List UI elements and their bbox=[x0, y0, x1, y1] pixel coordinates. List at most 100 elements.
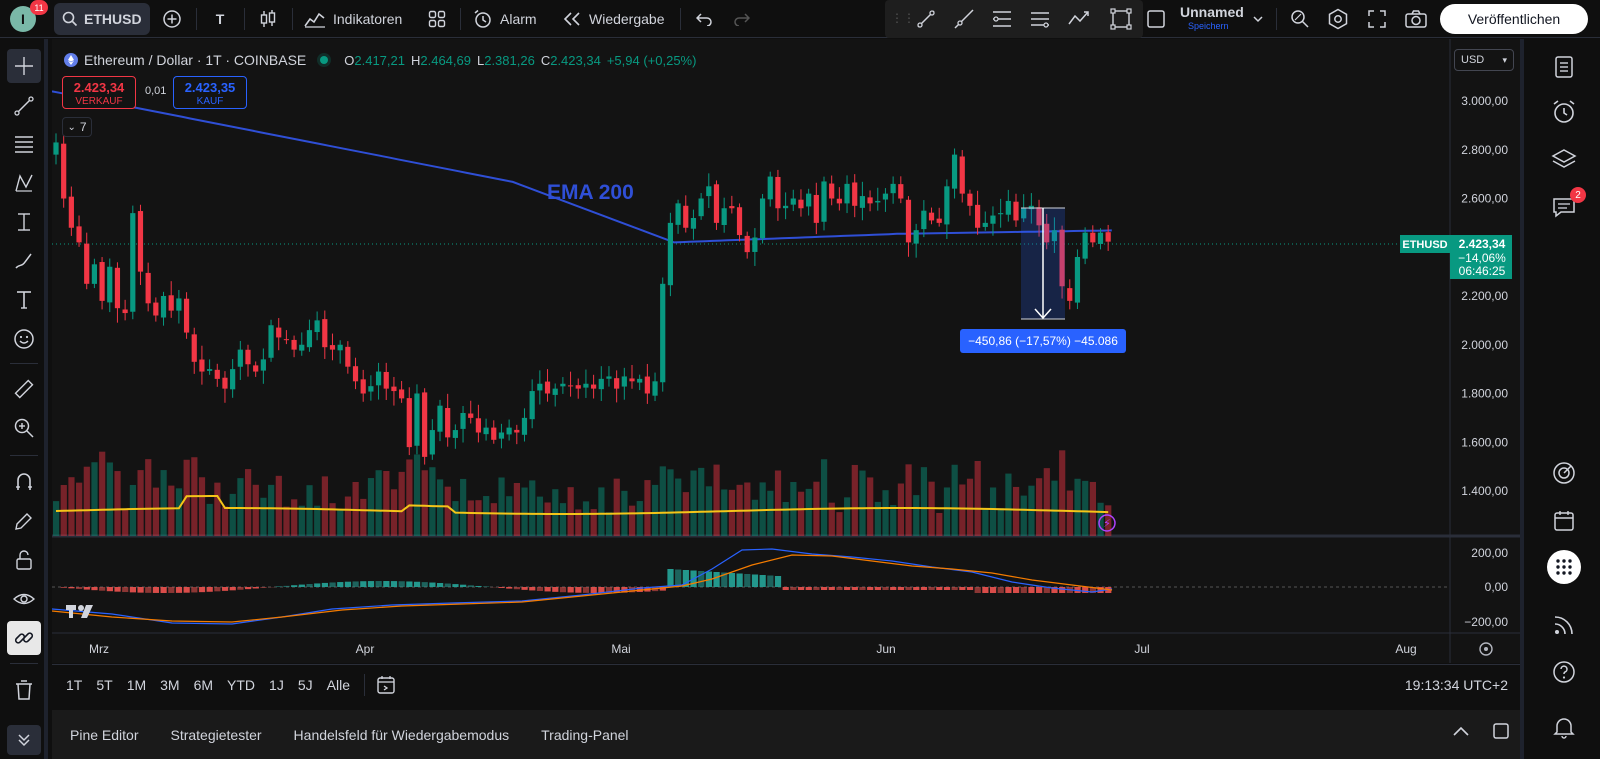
candle-body bbox=[268, 325, 274, 358]
alarm-button[interactable]: Alarm bbox=[473, 3, 537, 35]
symbol-search-button[interactable]: ETHUSD bbox=[54, 3, 150, 35]
remove-drawings-tool[interactable] bbox=[7, 673, 41, 707]
trend-line-icon[interactable] bbox=[915, 8, 937, 30]
ruler-tool[interactable] bbox=[7, 372, 41, 406]
more-apps-button[interactable] bbox=[1544, 549, 1584, 585]
time-axis[interactable]: Mrz Apr Mai Jun Jul Aug bbox=[89, 642, 1417, 656]
undo-icon bbox=[696, 13, 712, 26]
pattern-tool[interactable] bbox=[7, 166, 41, 200]
streams-button[interactable] bbox=[1544, 607, 1584, 643]
range-alle[interactable]: Alle bbox=[327, 677, 350, 693]
range-ytd[interactable]: YTD bbox=[227, 677, 255, 693]
settings-icon[interactable] bbox=[1327, 8, 1349, 30]
fib-retracement-icon[interactable] bbox=[991, 8, 1013, 30]
ema-annotation[interactable]: EMA 200 bbox=[547, 181, 634, 204]
watchlist-button[interactable] bbox=[1544, 49, 1584, 85]
macd-hist-bar bbox=[321, 582, 328, 587]
stay-in-drawing-tool[interactable] bbox=[7, 504, 41, 538]
tab-trading-panel[interactable]: Trading-Panel bbox=[541, 727, 628, 743]
fullscreen-icon[interactable] bbox=[1367, 9, 1387, 29]
path-icon[interactable] bbox=[1067, 8, 1091, 30]
camera-icon[interactable] bbox=[1404, 8, 1428, 30]
range-3m[interactable]: 3M bbox=[160, 677, 179, 693]
text-tool[interactable] bbox=[7, 283, 41, 317]
volume-bar bbox=[329, 503, 336, 536]
macd-hist-bar bbox=[859, 587, 866, 590]
macd-hist-bar bbox=[460, 584, 467, 587]
range-1j[interactable]: 1J bbox=[269, 677, 284, 693]
volume-bar bbox=[821, 459, 828, 536]
chart-type-button[interactable] bbox=[256, 3, 280, 35]
object-tree-button[interactable] bbox=[1544, 141, 1584, 177]
candle-body bbox=[544, 381, 551, 394]
volume-bar bbox=[475, 500, 482, 536]
currency-select[interactable]: USD ▾ bbox=[1454, 49, 1514, 71]
quick-search-icon[interactable] bbox=[1289, 8, 1311, 30]
axis-settings-icon[interactable] bbox=[1479, 642, 1493, 656]
range-5t[interactable]: 5T bbox=[96, 677, 112, 693]
price-tick-label: 1.800,00 bbox=[1461, 387, 1508, 401]
emoji-tool[interactable] bbox=[7, 322, 41, 356]
sync-drawings-tool[interactable] bbox=[7, 621, 41, 655]
range-1m[interactable]: 1M bbox=[127, 677, 146, 693]
ray-icon[interactable] bbox=[953, 8, 975, 30]
candle-body bbox=[137, 211, 144, 272]
range-1t[interactable]: 1T bbox=[66, 677, 82, 693]
redo-button[interactable] bbox=[732, 3, 752, 35]
last-price-marker: ETHUSD 2.423,34 −14,06% 06:46:25 bbox=[1400, 235, 1512, 279]
macd-hist-bar bbox=[168, 587, 175, 593]
tab-replay-trading[interactable]: Handelsfeld für Wiedergabemodus bbox=[294, 727, 510, 743]
alerts-button[interactable] bbox=[1544, 94, 1584, 130]
screener-button[interactable] bbox=[1544, 455, 1584, 491]
chevron-up-icon[interactable] bbox=[1452, 724, 1470, 738]
undo-button[interactable] bbox=[694, 3, 714, 35]
replay-button[interactable]: Wiedergabe bbox=[562, 3, 665, 35]
macd-hist-bar bbox=[99, 587, 106, 591]
tab-pine-editor[interactable]: Pine Editor bbox=[70, 727, 138, 743]
brush-tool[interactable] bbox=[7, 244, 41, 278]
maximize-panel-icon[interactable] bbox=[1492, 722, 1510, 740]
fib-tool[interactable] bbox=[7, 127, 41, 161]
trend-line-tool[interactable] bbox=[7, 89, 41, 123]
chart-area[interactable]: −450,86 (−17,57%) −45.086 EMA 200 3.000,… bbox=[51, 39, 1520, 663]
parallel-channel-icon[interactable] bbox=[1029, 8, 1051, 30]
projection-tool[interactable] bbox=[7, 205, 41, 239]
lock-tool[interactable] bbox=[7, 543, 41, 577]
candle-body bbox=[237, 349, 243, 367]
symbol-title[interactable]: Ethereum / Dollar · 1T · COINBASE bbox=[84, 52, 306, 68]
chart-canvas[interactable]: −450,86 (−17,57%) −45.086 EMA 200 3.000,… bbox=[51, 39, 1520, 663]
interval-button[interactable]: T bbox=[208, 3, 232, 35]
crosshair-tool[interactable] bbox=[7, 49, 41, 83]
collapse-toolbar-button[interactable] bbox=[7, 725, 41, 755]
chevron-down-icon[interactable] bbox=[1252, 13, 1264, 25]
bottom-panel-tabs: Pine Editor Strategietester Handelsfeld … bbox=[52, 706, 1520, 759]
indicators-collapse-button[interactable]: ⌄ 7 bbox=[62, 117, 92, 137]
compare-symbol-button[interactable] bbox=[160, 3, 184, 35]
buy-button[interactable]: 2.423,35 KAUF bbox=[173, 76, 247, 109]
calendar-button[interactable] bbox=[1544, 503, 1584, 539]
rectangle-icon[interactable] bbox=[1109, 7, 1133, 31]
range-6m[interactable]: 6M bbox=[194, 677, 213, 693]
goto-date-icon[interactable] bbox=[375, 674, 397, 696]
range-5j[interactable]: 5J bbox=[298, 677, 313, 693]
hide-tool[interactable] bbox=[7, 582, 41, 616]
candle-body bbox=[283, 339, 289, 341]
magnet-tool[interactable] bbox=[7, 465, 41, 499]
layout-square-icon[interactable] bbox=[1146, 9, 1166, 29]
tab-strategy-tester[interactable]: Strategietester bbox=[170, 727, 261, 743]
macd-axis[interactable]: 200,00 0,00 −200,00 bbox=[1464, 546, 1508, 629]
price-axis[interactable]: 3.000,002.800,002.600,002.400,002.200,00… bbox=[1461, 94, 1508, 498]
publish-button[interactable]: Veröffentlichen bbox=[1440, 4, 1588, 34]
sell-button[interactable]: 2.423,34 VERKAUF bbox=[62, 76, 136, 109]
zoom-tool[interactable] bbox=[7, 411, 41, 445]
notifications-button[interactable] bbox=[1544, 709, 1584, 745]
clock-timezone[interactable]: 19:13:34 UTC+2 bbox=[1405, 677, 1508, 693]
help-button[interactable] bbox=[1544, 654, 1584, 690]
drag-handle-icon[interactable]: ⋮⋮ bbox=[891, 11, 915, 25]
candle-body bbox=[1105, 232, 1111, 242]
candle-body bbox=[191, 334, 197, 362]
volume-bar bbox=[337, 509, 344, 536]
templates-button[interactable] bbox=[426, 3, 448, 35]
layout-name-button[interactable]: Unnamed Speichern bbox=[1180, 4, 1244, 34]
indicators-button[interactable]: Indikatoren bbox=[304, 3, 402, 35]
